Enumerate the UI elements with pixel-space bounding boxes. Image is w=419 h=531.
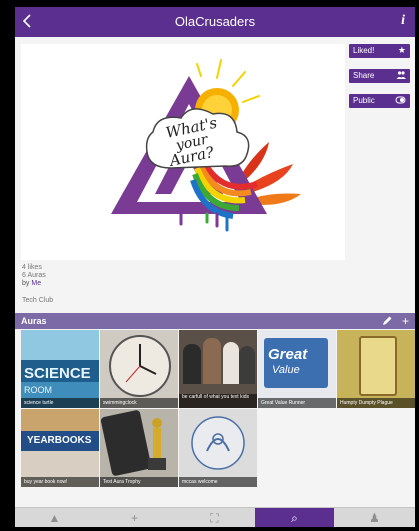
auras-header: Auras +	[15, 313, 415, 329]
star-icon: ★	[397, 45, 406, 55]
aura-tile[interactable]: mccas welcome	[179, 409, 257, 487]
tile-sign-text: SCIENCE	[24, 365, 91, 382]
channel-name[interactable]: Tech Club	[22, 297, 53, 304]
aura-tile[interactable]: Test Aura Trophy	[100, 409, 178, 487]
tile-sign-text-2: Value	[272, 364, 300, 376]
aura-tile[interactable]: Great Value Great Value Runner	[258, 330, 336, 408]
aura-image[interactable]: What's your Aura?	[21, 44, 345, 260]
top-bar: OlaCrusaders i	[15, 7, 415, 37]
edit-button[interactable]	[381, 313, 393, 331]
plus-icon: +	[130, 511, 138, 525]
aura-tile[interactable]: YEARBOOKS buy year book now!	[21, 409, 99, 487]
tile-sign-text: YEARBOOKS	[27, 435, 92, 446]
action-buttons: Liked! ★ Share Public	[349, 44, 411, 119]
toggle-icon	[395, 95, 406, 107]
public-label: Public	[353, 96, 375, 105]
profile-icon: ♟	[369, 511, 380, 525]
page-title: OlaCrusaders	[174, 14, 256, 29]
plus-icon: +	[401, 314, 409, 328]
seal-image	[191, 416, 245, 470]
add-aura-button[interactable]: +	[402, 313, 409, 329]
aura-tile[interactable]: Humpty Dumpty Plague	[337, 330, 415, 408]
tile-sign-text-2: ROOM	[24, 385, 52, 395]
aura-tile[interactable]: swimmingclock	[100, 330, 178, 408]
aura-tile[interactable]: be carfull of what you text kids	[179, 330, 257, 408]
aura-caption: Great Value Runner	[258, 398, 336, 408]
aura-artwork: What's your Aura?	[111, 59, 301, 232]
search-icon: ⌕	[291, 511, 298, 525]
home-tab[interactable]: ▲	[15, 508, 94, 527]
clock-image	[109, 335, 171, 397]
auras-title: Auras	[21, 316, 47, 326]
by-label: by	[22, 280, 30, 287]
aura-caption: Humpty Dumpty Plague	[337, 398, 415, 408]
public-button[interactable]: Public	[349, 94, 410, 108]
pencil-icon	[383, 316, 392, 325]
info-button[interactable]: i	[401, 13, 405, 29]
scan-tab[interactable]: ⛶	[175, 508, 254, 527]
trophy-image	[148, 418, 166, 470]
add-tab[interactable]: +	[95, 508, 174, 527]
aura-stats: 4 likes 6 Auras by Me	[22, 264, 46, 288]
aura-caption: be carfull of what you text kids	[179, 394, 257, 408]
liked-button[interactable]: Liked! ★	[349, 44, 410, 58]
search-tab[interactable]: ⌕	[255, 508, 334, 527]
aurasma-logo-icon: ▲	[48, 511, 61, 525]
people-icon	[396, 70, 406, 82]
info-icon: i	[401, 13, 405, 28]
aura-caption: buy year book now!	[21, 477, 99, 487]
aura-caption: mccas welcome	[179, 477, 257, 487]
liked-label: Liked!	[353, 46, 375, 55]
aura-caption: swimmingclock	[100, 398, 178, 408]
auras-count: 6 Auras	[22, 272, 46, 279]
share-label: Share	[353, 71, 375, 80]
aura-caption: science turtle	[21, 398, 99, 408]
app-frame: OlaCrusaders i What's your Aura? Liked! …	[15, 7, 415, 527]
author-link[interactable]: Me	[31, 280, 41, 287]
profile-tab[interactable]: ♟	[335, 508, 414, 527]
likes-count: 4 likes	[22, 264, 42, 271]
aura-tile[interactable]: SCIENCE ROOM science turtle	[21, 330, 99, 408]
aura-caption: Test Aura Trophy	[100, 477, 178, 487]
share-button[interactable]: Share	[349, 69, 410, 83]
viewfinder-icon: ⛶	[210, 511, 219, 525]
tile-sign-text: Great	[268, 346, 308, 363]
bottom-tab-bar: ▲ + ⛶ ⌕ ♟	[15, 507, 415, 527]
